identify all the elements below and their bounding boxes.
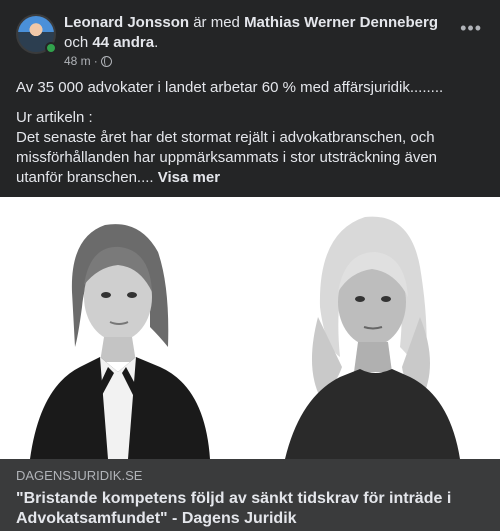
post-header: Leonard Jonsson är med Mathias Werner De… [16, 12, 484, 72]
meta-separator: · [93, 54, 98, 68]
post-line-1: Av 35 000 advokater i landet arbetar 60 … [16, 79, 444, 96]
author-name[interactable]: Leonard Jonsson [64, 14, 189, 31]
link-domain: DAGENSJURIDIK.SE [16, 468, 143, 483]
post-line-3-text: Det senaste året har det stormat rejält … [16, 129, 438, 186]
globe-icon[interactable] [100, 55, 112, 67]
with-text: är med [189, 14, 245, 31]
see-more-link[interactable]: Visa mer [158, 169, 220, 186]
tagged-person[interactable]: Mathias Werner Denneberg [244, 14, 438, 31]
author-line: Leonard Jonsson är med Mathias Werner De… [64, 13, 444, 53]
and-text: och [64, 34, 93, 51]
post-meta: 48 m · [64, 54, 112, 68]
period: . [154, 34, 159, 51]
others-link[interactable]: 44 andra [92, 34, 154, 51]
more-options-icon[interactable]: ••• [460, 19, 482, 37]
link-title[interactable]: "Bristande kompetens följd av sänkt tids… [16, 489, 486, 529]
link-preview-meta[interactable]: DAGENSJURIDIK.SE "Bristande kompetens fö… [0, 459, 500, 531]
post-text: Av 35 000 advokater i landet arbetar 60 … [16, 78, 484, 188]
post-time[interactable]: 48 m [64, 54, 91, 68]
online-status-icon [45, 42, 57, 54]
portrait-photo [0, 197, 500, 459]
post-line-2: Ur artikeln : [16, 109, 93, 126]
post-line-3: Det senaste året har det stormat rejält … [16, 128, 484, 188]
link-preview-image[interactable] [0, 197, 500, 459]
